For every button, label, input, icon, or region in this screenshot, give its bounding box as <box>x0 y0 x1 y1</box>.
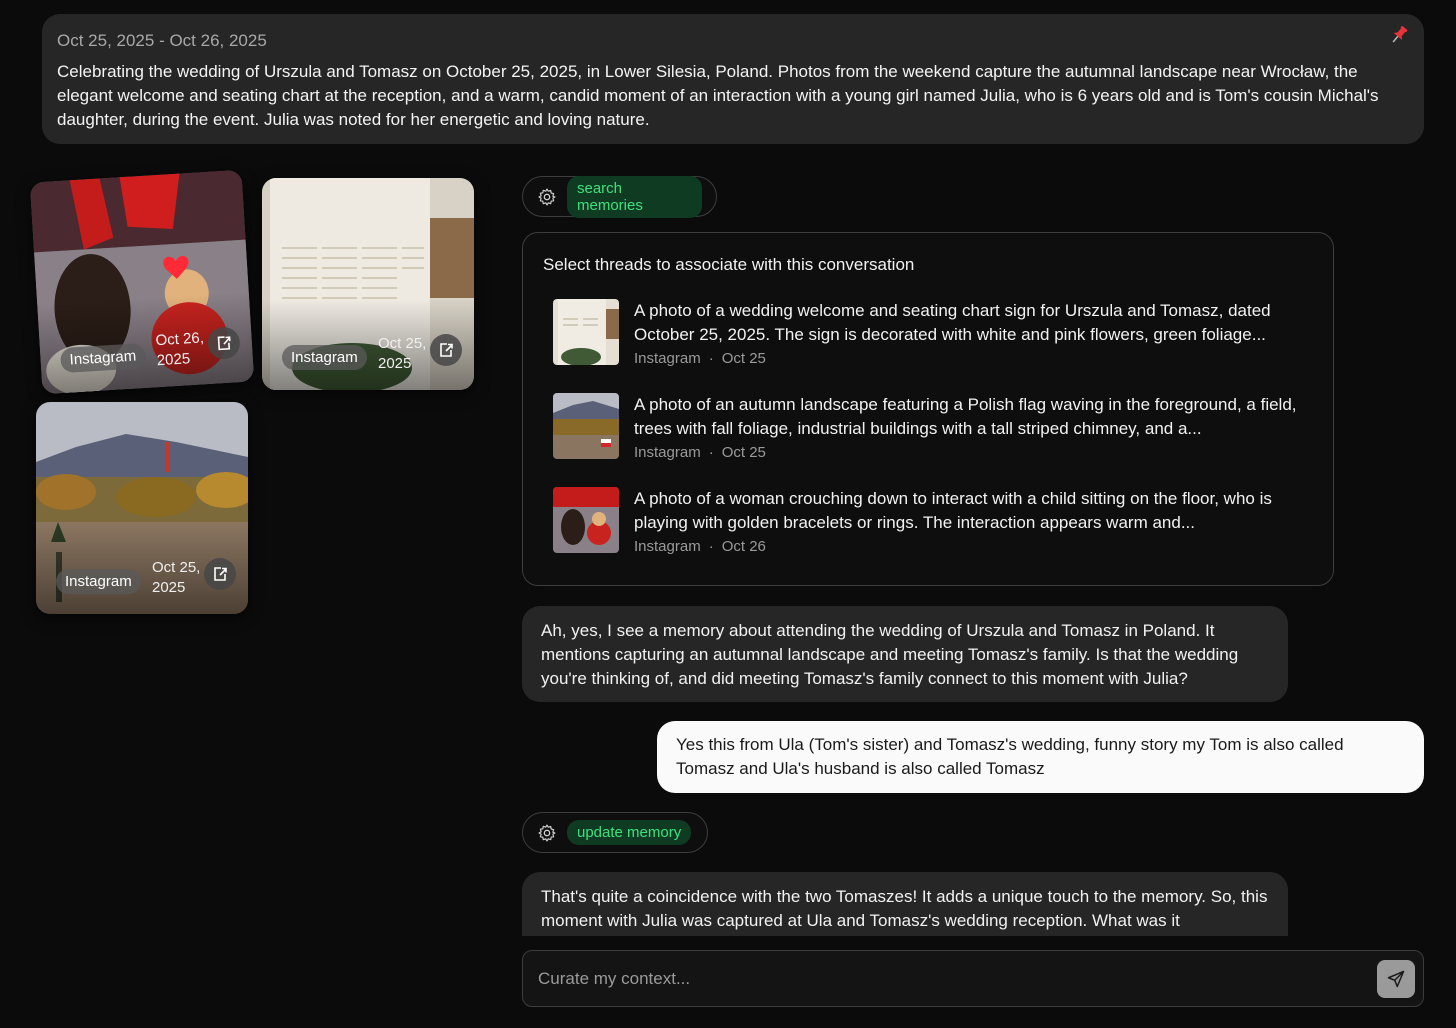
share-icon <box>214 567 227 581</box>
send-button[interactable] <box>1377 959 1415 998</box>
thread-thumbnail <box>553 299 619 365</box>
assistant-message: Ah, yes, I see a memory about attending … <box>522 606 1288 702</box>
panel-title: Select threads to associate with this co… <box>543 255 915 274</box>
photo-date: Oct 25, 2025 <box>378 335 427 372</box>
thread-description: A photo of a wedding welcome and seating… <box>634 301 1271 344</box>
summary-text: Celebrating the wedding of Urszula and T… <box>57 62 1379 129</box>
user-message: Yes this from Ula (Tom's sister) and Tom… <box>657 721 1424 793</box>
gear-icon <box>538 188 556 205</box>
context-input[interactable] <box>538 968 1377 989</box>
send-icon <box>1387 970 1405 987</box>
photo-date: Oct 25, 2025 <box>152 559 201 596</box>
tool-label: search memories <box>567 175 702 218</box>
thread-item[interactable]: A photo of a woman crouching down to int… <box>553 487 1313 581</box>
assistant-message: That's quite a coincidence with the two … <box>522 872 1288 936</box>
share-button[interactable] <box>204 558 236 590</box>
pin-icon[interactable] <box>1388 24 1410 46</box>
thread-selection-panel: Select threads to associate with this co… <box>522 232 1334 586</box>
photo-source-badge: Instagram <box>282 345 367 370</box>
share-button[interactable] <box>430 334 462 366</box>
thread-description: A photo of an autumn landscape featuring… <box>634 395 1297 438</box>
share-icon <box>217 336 231 351</box>
thread-thumbnail <box>553 393 619 459</box>
photo-card-seating-chart[interactable]: Instagram Oct 25, 2025 <box>262 178 474 390</box>
message-composer <box>522 950 1424 1007</box>
tool-call-update-memory[interactable]: update memory <box>522 812 708 853</box>
thread-description: A photo of a woman crouching down to int… <box>634 489 1272 532</box>
photo-date: Oct 26, 2025 <box>155 329 205 370</box>
gear-icon <box>538 824 556 841</box>
tool-label: update memory <box>567 820 692 845</box>
share-icon <box>440 343 453 357</box>
photo-source-badge: Instagram <box>59 342 146 374</box>
thread-meta: Instagram · Oct 25 <box>634 350 766 367</box>
thread-meta: Instagram · Oct 25 <box>634 444 766 461</box>
thread-item[interactable]: A photo of a wedding welcome and seating… <box>553 299 1313 393</box>
tool-call-search-memories[interactable]: search memories <box>522 175 717 218</box>
photo-source-badge: Instagram <box>56 569 141 594</box>
photo-card-woman-child[interactable]: Instagram Oct 26, 2025 <box>29 169 255 395</box>
thread-meta: Instagram · Oct 26 <box>634 538 766 555</box>
date-range: Oct 25, 2025 - Oct 26, 2025 <box>57 31 267 50</box>
thread-item[interactable]: A photo of an autumn landscape featuring… <box>553 393 1313 487</box>
thread-thumbnail <box>553 487 619 553</box>
photo-card-autumn-landscape[interactable]: Instagram Oct 25, 2025 <box>36 402 248 614</box>
memory-summary-card: Oct 25, 2025 - Oct 26, 2025 Celebrating … <box>42 14 1424 144</box>
